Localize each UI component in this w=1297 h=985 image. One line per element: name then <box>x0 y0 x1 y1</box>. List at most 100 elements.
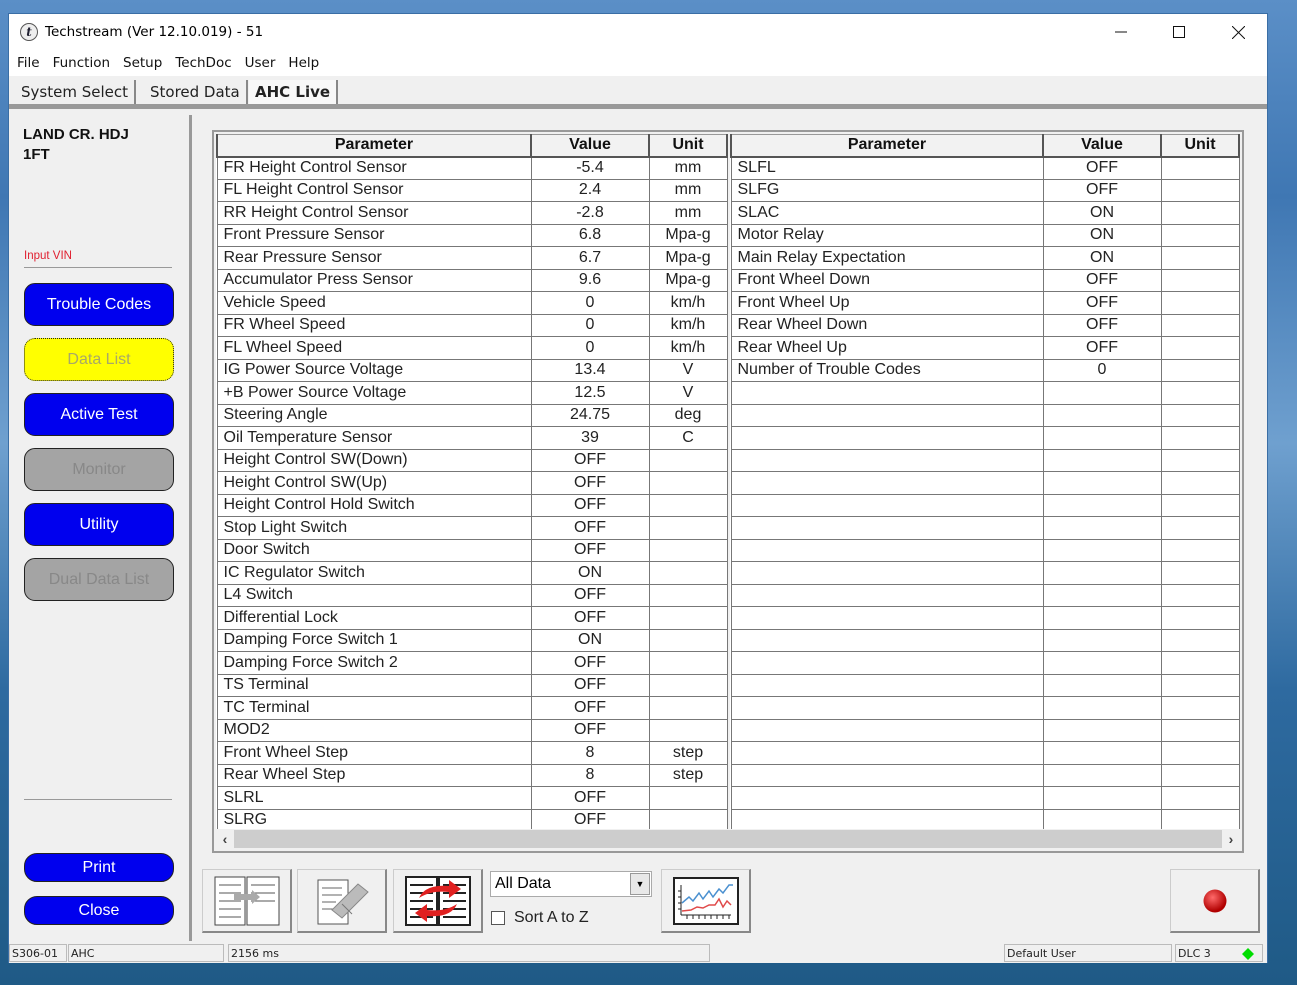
table-row[interactable]: Front Wheel Step 8 step <box>216 741 728 765</box>
value-cell: OFF <box>1042 268 1162 292</box>
column-header-unit[interactable]: Unit <box>648 134 728 158</box>
sort-a-to-z-checkbox[interactable] <box>491 911 505 925</box>
value-cell: 6.7 <box>530 246 650 270</box>
tab-stored-data[interactable]: Stored Data <box>144 80 248 104</box>
column-header-parameter[interactable]: Parameter <box>730 134 1044 158</box>
table-row[interactable]: Rear Pressure Sensor 6.7 Mpa-g <box>216 246 728 270</box>
table-row[interactable]: SLFG OFF <box>730 178 1240 202</box>
tab-ahc-live[interactable]: AHC Live <box>249 80 339 104</box>
table-row[interactable]: +B Power Source Voltage 12.5 V <box>216 381 728 405</box>
table-row[interactable]: Rear Wheel Down OFF <box>730 313 1240 337</box>
table-row[interactable]: Front Wheel Down OFF <box>730 268 1240 292</box>
record-button[interactable] <box>1170 869 1260 933</box>
table-row[interactable]: Front Pressure Sensor 6.8 Mpa-g <box>216 223 728 247</box>
table-row[interactable]: TS Terminal OFF <box>216 673 728 697</box>
menu-techdoc[interactable]: TechDoc <box>175 55 231 71</box>
table-row[interactable]: Steering Angle 24.75 deg <box>216 403 728 427</box>
table-row[interactable]: Rear Wheel Step 8 step <box>216 763 728 787</box>
column-header-value[interactable]: Value <box>530 134 650 158</box>
swap-lists-button[interactable] <box>393 869 483 933</box>
close-button[interactable]: Close <box>24 896 174 925</box>
value-cell <box>1042 538 1162 562</box>
parameter-cell: Damping Force Switch 2 <box>216 651 532 675</box>
table-row[interactable]: IG Power Source Voltage 13.4 V <box>216 358 728 382</box>
sort-a-to-z-option[interactable]: Sort A to Z <box>491 909 589 927</box>
status-timing: 2156 ms <box>228 944 710 962</box>
scroll-right-icon[interactable]: › <box>1222 831 1240 847</box>
data-filter-select[interactable]: All Data ▼ <box>490 871 652 897</box>
table-row[interactable]: Door Switch OFF <box>216 538 728 562</box>
table-row[interactable]: Motor Relay ON <box>730 223 1240 247</box>
table-row[interactable]: TC Terminal OFF <box>216 696 728 720</box>
clear-parameter-button[interactable] <box>297 869 387 933</box>
horizontal-scrollbar[interactable]: ‹ › <box>216 829 1240 849</box>
menu-help[interactable]: Help <box>288 55 319 71</box>
table-row[interactable]: FL Wheel Speed 0 km/h <box>216 336 728 360</box>
parameter-cell: Rear Wheel Up <box>730 336 1044 360</box>
parameter-cell: FR Height Control Sensor <box>216 156 532 180</box>
menu-file[interactable]: File <box>17 55 40 71</box>
column-header-value[interactable]: Value <box>1042 134 1162 158</box>
table-row[interactable]: Main Relay Expectation ON <box>730 246 1240 270</box>
table-row[interactable]: SLFL OFF <box>730 156 1240 180</box>
table-row[interactable]: SLRL OFF <box>216 786 728 810</box>
list-transfer-icon <box>214 876 279 925</box>
print-button[interactable]: Print <box>24 853 174 882</box>
value-cell <box>1042 583 1162 607</box>
tab-system-select[interactable]: System Select <box>15 80 136 104</box>
value-cell: ON <box>1042 223 1162 247</box>
value-cell <box>1042 516 1162 540</box>
column-header-parameter[interactable]: Parameter <box>216 134 532 158</box>
data-table-left: Parameter Value Unit FR Height Control S… <box>216 134 728 832</box>
menu-setup[interactable]: Setup <box>123 55 162 71</box>
vehicle-engine: 1FT <box>23 146 50 163</box>
table-row[interactable]: Damping Force Switch 1 ON <box>216 628 728 652</box>
table-row[interactable]: MOD2 OFF <box>216 718 728 742</box>
maximize-button[interactable] <box>1150 14 1208 50</box>
parameter-cell: +B Power Source Voltage <box>216 381 532 405</box>
table-row[interactable]: Vehicle Speed 0 km/h <box>216 291 728 315</box>
column-header-unit[interactable]: Unit <box>1160 134 1240 158</box>
table-row[interactable]: RR Height Control Sensor -2.8 mm <box>216 201 728 225</box>
table-row[interactable]: Rear Wheel Up OFF <box>730 336 1240 360</box>
table-row[interactable]: Height Control Hold Switch OFF <box>216 493 728 517</box>
utility-button[interactable]: Utility <box>24 503 174 546</box>
table-row[interactable]: FR Wheel Speed 0 km/h <box>216 313 728 337</box>
value-cell <box>1042 471 1162 495</box>
move-parameter-button[interactable] <box>202 869 292 933</box>
unit-cell: mm <box>648 178 728 202</box>
unit-cell: V <box>648 381 728 405</box>
table-row[interactable]: Number of Trouble Codes 0 <box>730 358 1240 382</box>
parameter-cell <box>730 673 1044 697</box>
scrollbar-track[interactable] <box>234 830 1222 848</box>
chevron-down-icon[interactable]: ▼ <box>630 873 650 895</box>
menu-user[interactable]: User <box>245 55 276 71</box>
table-row[interactable]: Differential Lock OFF <box>216 606 728 630</box>
table-row[interactable]: SLAC ON <box>730 201 1240 225</box>
unit-cell: Mpa-g <box>648 246 728 270</box>
input-vin-link[interactable]: Input VIN <box>24 250 72 262</box>
swap-icon <box>404 875 471 926</box>
table-row[interactable]: Damping Force Switch 2 OFF <box>216 651 728 675</box>
minimize-button[interactable] <box>1092 14 1150 50</box>
scroll-left-icon[interactable]: ‹ <box>216 831 234 847</box>
table-row[interactable]: IC Regulator Switch ON <box>216 561 728 585</box>
trouble-codes-button[interactable]: Trouble Codes <box>24 283 174 326</box>
close-window-button[interactable] <box>1209 14 1267 50</box>
table-row[interactable]: Accumulator Press Sensor 9.6 Mpa-g <box>216 268 728 292</box>
table-row[interactable]: Height Control SW(Up) OFF <box>216 471 728 495</box>
table-row[interactable]: Stop Light Switch OFF <box>216 516 728 540</box>
parameter-cell: SLRL <box>216 786 532 810</box>
techstream-logo-icon: t <box>20 23 38 41</box>
table-row[interactable]: Height Control SW(Down) OFF <box>216 448 728 472</box>
table-row[interactable]: Oil Temperature Sensor 39 C <box>216 426 728 450</box>
table-row[interactable]: L4 Switch OFF <box>216 583 728 607</box>
table-row[interactable]: FL Height Control Sensor 2.4 mm <box>216 178 728 202</box>
data-list-button[interactable]: Data List <box>24 338 174 381</box>
menu-function[interactable]: Function <box>53 55 110 71</box>
table-row[interactable]: FR Height Control Sensor -5.4 mm <box>216 156 728 180</box>
parameter-cell: Door Switch <box>216 538 532 562</box>
active-test-button[interactable]: Active Test <box>24 393 174 436</box>
table-row[interactable]: Front Wheel Up OFF <box>730 291 1240 315</box>
graph-view-button[interactable] <box>661 869 751 933</box>
